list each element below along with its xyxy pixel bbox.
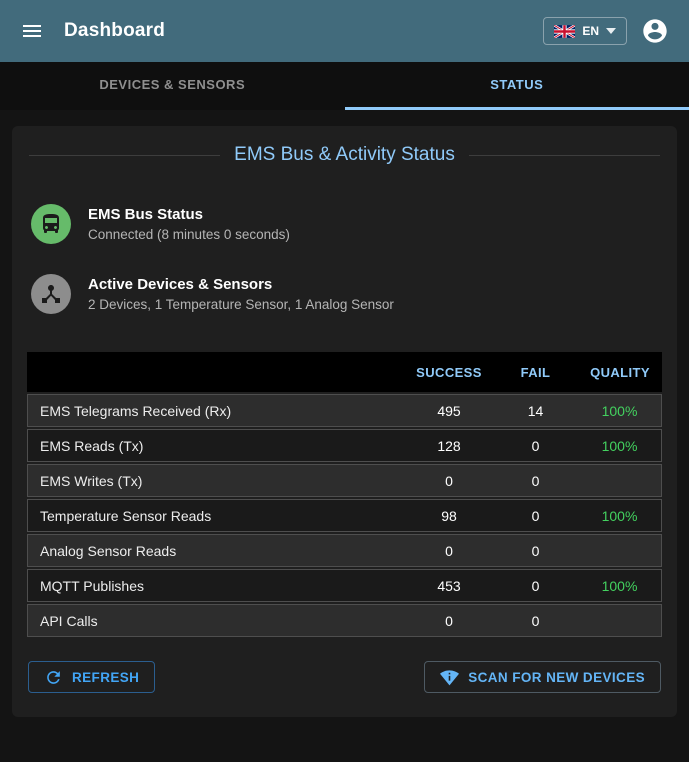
fail-cell: 0: [493, 429, 578, 462]
row-label: Temperature Sensor Reads: [27, 499, 405, 532]
quality-cell: 100%: [578, 429, 662, 462]
app-bar: Dashboard EN: [0, 0, 689, 62]
table-row: MQTT Publishes4530100%: [27, 569, 662, 602]
column-header-success: SUCCESS: [405, 352, 493, 392]
fail-cell: 0: [493, 499, 578, 532]
device-hub-avatar: [31, 274, 71, 314]
divider-right: [469, 155, 660, 156]
table-row: API Calls00: [27, 604, 662, 637]
fail-cell: 14: [493, 394, 578, 427]
row-label: MQTT Publishes: [27, 569, 405, 602]
quality-cell: [578, 534, 662, 567]
uk-flag-icon: [554, 25, 575, 38]
quality-cell: 100%: [578, 569, 662, 602]
activity-stats-table: SUCCESS FAIL QUALITY EMS Telegrams Recei…: [27, 350, 662, 639]
tab-devices-sensors[interactable]: DEVICES & SENSORS: [0, 62, 345, 110]
active-devices-title: Active Devices & Sensors: [88, 276, 394, 293]
success-cell: 0: [405, 534, 493, 567]
menu-button[interactable]: [14, 13, 50, 49]
table-header-row: SUCCESS FAIL QUALITY: [27, 352, 662, 392]
refresh-button[interactable]: REFRESH: [28, 661, 155, 693]
bus-icon: [39, 212, 63, 236]
language-selector[interactable]: EN: [543, 17, 627, 45]
chevron-down-icon: [606, 28, 616, 34]
ems-bus-status-title: EMS Bus Status: [88, 206, 290, 223]
row-label: EMS Reads (Tx): [27, 429, 405, 462]
stats-table-body: EMS Telegrams Received (Rx)49514100%EMS …: [27, 394, 662, 637]
row-label: Analog Sensor Reads: [27, 534, 405, 567]
table-row: Temperature Sensor Reads980100%: [27, 499, 662, 532]
fail-cell: 0: [493, 464, 578, 497]
table-row: EMS Writes (Tx)00: [27, 464, 662, 497]
success-cell: 128: [405, 429, 493, 462]
success-cell: 0: [405, 604, 493, 637]
account-circle-icon: [641, 17, 669, 45]
fail-cell: 0: [493, 604, 578, 637]
language-code: EN: [582, 24, 599, 38]
success-cell: 0: [405, 464, 493, 497]
table-row: EMS Reads (Tx)1280100%: [27, 429, 662, 462]
column-header-fail: FAIL: [493, 352, 578, 392]
ems-bus-status-item: EMS Bus Status Connected (8 minutes 0 se…: [31, 196, 658, 252]
page-body: EMS Bus & Activity Status EMS Bus Status…: [0, 110, 689, 733]
card-title-row: EMS Bus & Activity Status: [29, 144, 660, 166]
tab-status[interactable]: STATUS: [345, 62, 689, 110]
divider-left: [29, 155, 220, 156]
bus-avatar: [31, 204, 71, 244]
quality-cell: [578, 604, 662, 637]
scan-for-new-devices-button[interactable]: SCAN FOR NEW DEVICES: [424, 661, 661, 693]
active-devices-value: 2 Devices, 1 Temperature Sensor, 1 Analo…: [88, 297, 394, 312]
tab-bar: DEVICES & SENSORS STATUS: [0, 62, 689, 110]
quality-cell: 100%: [578, 499, 662, 532]
success-cell: 98: [405, 499, 493, 532]
scan-button-label: SCAN FOR NEW DEVICES: [468, 670, 645, 685]
device-hub-icon: [39, 282, 63, 306]
row-label: API Calls: [27, 604, 405, 637]
ems-bus-status-value: Connected (8 minutes 0 seconds): [88, 227, 290, 242]
success-cell: 495: [405, 394, 493, 427]
scan-wifi-icon: [440, 668, 459, 687]
fail-cell: 0: [493, 534, 578, 567]
account-button[interactable]: [635, 11, 675, 51]
table-row: EMS Telegrams Received (Rx)49514100%: [27, 394, 662, 427]
column-header-quality: QUALITY: [578, 352, 662, 392]
refresh-button-label: REFRESH: [72, 670, 139, 685]
hamburger-icon: [20, 19, 44, 43]
active-devices-item: Active Devices & Sensors 2 Devices, 1 Te…: [31, 266, 658, 322]
status-card: EMS Bus & Activity Status EMS Bus Status…: [12, 126, 677, 717]
quality-cell: 100%: [578, 394, 662, 427]
column-header-blank: [27, 352, 405, 392]
card-title: EMS Bus & Activity Status: [234, 144, 455, 166]
fail-cell: 0: [493, 569, 578, 602]
row-label: EMS Telegrams Received (Rx): [27, 394, 405, 427]
row-label: EMS Writes (Tx): [27, 464, 405, 497]
refresh-icon: [44, 668, 63, 687]
quality-cell: [578, 464, 662, 497]
card-actions: REFRESH SCAN FOR NEW DEVICES: [28, 661, 661, 693]
success-cell: 453: [405, 569, 493, 602]
page-title: Dashboard: [64, 20, 165, 42]
table-row: Analog Sensor Reads00: [27, 534, 662, 567]
